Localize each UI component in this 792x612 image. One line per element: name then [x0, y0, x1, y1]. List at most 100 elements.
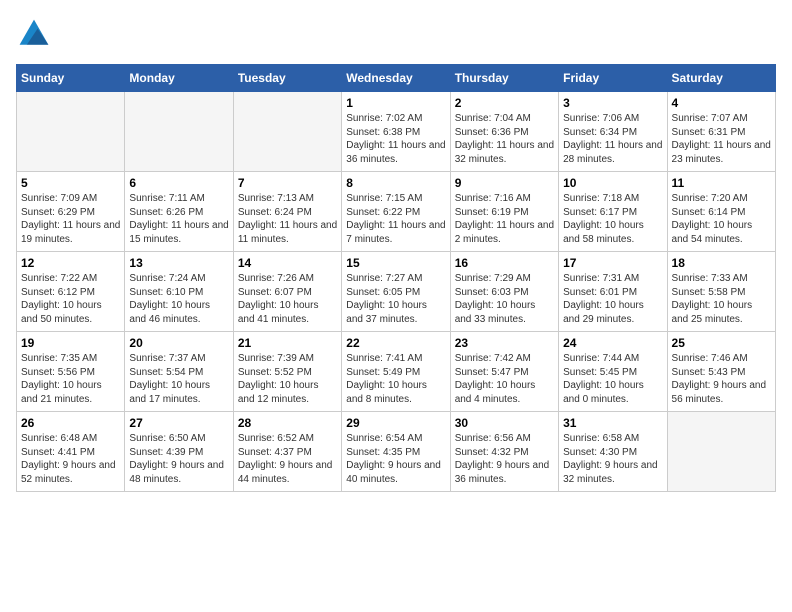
day-number: 13: [129, 256, 228, 270]
calendar-cell: 24Sunrise: 7:44 AMSunset: 5:45 PMDayligh…: [559, 332, 667, 412]
calendar-cell: 31Sunrise: 6:58 AMSunset: 4:30 PMDayligh…: [559, 412, 667, 492]
day-number: 8: [346, 176, 445, 190]
day-info: Sunrise: 6:54 AMSunset: 4:35 PMDaylight:…: [346, 432, 445, 486]
day-number: 22: [346, 336, 445, 350]
logo: [16, 16, 58, 52]
week-row-5: 26Sunrise: 6:48 AMSunset: 4:41 PMDayligh…: [17, 412, 776, 492]
calendar-cell: 13 Sunrise: 7:24 AMSunset: 6:10 PMDayligh…: [125, 252, 233, 332]
day-number: 7: [238, 176, 337, 190]
calendar-cell: 26Sunrise: 6:48 AMSunset: 4:41 PMDayligh…: [17, 412, 125, 492]
day-info: Sunrise: 7:27 AMSunset: 6:05 PMDaylight:…: [346, 272, 445, 326]
day-info: Sunrise: 7:04 AMSunset: 6:36 PMDaylight:…: [455, 112, 554, 166]
day-info: Sunrise: 7:26 AMSunset: 6:07 PMDaylight:…: [238, 272, 337, 326]
day-number: 1: [346, 96, 445, 110]
day-info: Sunrise: 6:52 AMSunset: 4:37 PMDaylight:…: [238, 432, 337, 486]
calendar-cell: 15Sunrise: 7:27 AMSunset: 6:05 PMDayligh…: [342, 252, 450, 332]
header: [16, 16, 776, 52]
calendar-cell: 11 Sunrise: 7:20 AMSunset: 6:14 PMDayligh…: [667, 172, 775, 252]
day-number: 30: [455, 416, 554, 430]
weekday-header-thursday: Thursday: [450, 65, 558, 92]
calendar-cell: 27 Sunrise: 6:50 AMSunset: 4:39 PMDayligh…: [125, 412, 233, 492]
day-number: 4: [672, 96, 771, 110]
day-info: Sunrise: 7:13 AMSunset: 6:24 PMDaylight:…: [238, 192, 337, 246]
day-number: 25: [672, 336, 771, 350]
day-number: 6: [129, 176, 228, 190]
calendar-cell: 9 Sunrise: 7:16 AMSunset: 6:19 PMDaylight…: [450, 172, 558, 252]
weekday-header-friday: Friday: [559, 65, 667, 92]
weekday-header-saturday: Saturday: [667, 65, 775, 92]
day-info: Sunrise: 7:07 AMSunset: 6:31 PMDaylight:…: [672, 112, 771, 166]
calendar-cell: 18Sunrise: 7:33 AMSunset: 5:58 PMDayligh…: [667, 252, 775, 332]
calendar-cell: 28Sunrise: 6:52 AMSunset: 4:37 PMDayligh…: [233, 412, 341, 492]
week-row-2: 5 Sunrise: 7:09 AMSunset: 6:29 PMDaylight…: [17, 172, 776, 252]
weekday-header-tuesday: Tuesday: [233, 65, 341, 92]
day-number: 17: [563, 256, 662, 270]
weekday-header-wednesday: Wednesday: [342, 65, 450, 92]
day-number: 18: [672, 256, 771, 270]
calendar-cell: [17, 92, 125, 172]
calendar-cell: 30 Sunrise: 6:56 AMSunset: 4:32 PMDayligh…: [450, 412, 558, 492]
calendar-cell: 7 Sunrise: 7:13 AMSunset: 6:24 PMDaylight…: [233, 172, 341, 252]
day-number: 20: [129, 336, 228, 350]
calendar-cell: [667, 412, 775, 492]
calendar-cell: 4 Sunrise: 7:07 AMSunset: 6:31 PMDaylight…: [667, 92, 775, 172]
day-info: Sunrise: 7:15 AMSunset: 6:22 PMDaylight:…: [346, 192, 445, 246]
day-info: Sunrise: 7:22 AMSunset: 6:12 PMDaylight:…: [21, 272, 120, 326]
day-info: Sunrise: 7:35 AMSunset: 5:56 PMDaylight:…: [21, 352, 120, 406]
day-number: 10: [563, 176, 662, 190]
day-number: 5: [21, 176, 120, 190]
day-info: Sunrise: 7:16 AMSunset: 6:19 PMDaylight:…: [455, 192, 554, 246]
day-number: 19: [21, 336, 120, 350]
day-info: Sunrise: 7:41 AMSunset: 5:49 PMDaylight:…: [346, 352, 445, 406]
calendar-cell: 22 Sunrise: 7:41 AMSunset: 5:49 PMDayligh…: [342, 332, 450, 412]
day-info: Sunrise: 7:31 AMSunset: 6:01 PMDaylight:…: [563, 272, 662, 326]
day-info: Sunrise: 7:29 AMSunset: 6:03 PMDaylight:…: [455, 272, 554, 326]
day-info: Sunrise: 6:56 AMSunset: 4:32 PMDaylight:…: [455, 432, 554, 486]
day-info: Sunrise: 7:18 AMSunset: 6:17 PMDaylight:…: [563, 192, 662, 246]
calendar-cell: 12 Sunrise: 7:22 AMSunset: 6:12 PMDayligh…: [17, 252, 125, 332]
calendar: SundayMondayTuesdayWednesdayThursdayFrid…: [16, 64, 776, 492]
day-info: Sunrise: 7:44 AMSunset: 5:45 PMDaylight:…: [563, 352, 662, 406]
calendar-cell: 19 Sunrise: 7:35 AMSunset: 5:56 PMDayligh…: [17, 332, 125, 412]
day-number: 9: [455, 176, 554, 190]
calendar-cell: 20 Sunrise: 7:37 AMSunset: 5:54 PMDayligh…: [125, 332, 233, 412]
day-info: Sunrise: 7:42 AMSunset: 5:47 PMDaylight:…: [455, 352, 554, 406]
calendar-cell: 25 Sunrise: 7:46 AMSunset: 5:43 PMDayligh…: [667, 332, 775, 412]
calendar-cell: 2 Sunrise: 7:04 AMSunset: 6:36 PMDaylight…: [450, 92, 558, 172]
calendar-cell: [233, 92, 341, 172]
calendar-cell: 17 Sunrise: 7:31 AMSunset: 6:01 PMDayligh…: [559, 252, 667, 332]
day-number: 2: [455, 96, 554, 110]
day-info: Sunrise: 7:09 AMSunset: 6:29 PMDaylight:…: [21, 192, 120, 246]
weekday-header-row: SundayMondayTuesdayWednesdayThursdayFrid…: [17, 65, 776, 92]
week-row-3: 12 Sunrise: 7:22 AMSunset: 6:12 PMDayligh…: [17, 252, 776, 332]
calendar-cell: 6 Sunrise: 7:11 AMSunset: 6:26 PMDaylight…: [125, 172, 233, 252]
day-info: Sunrise: 7:11 AMSunset: 6:26 PMDaylight:…: [129, 192, 228, 246]
calendar-cell: 3 Sunrise: 7:06 AMSunset: 6:34 PMDaylight…: [559, 92, 667, 172]
day-info: Sunrise: 7:24 AMSunset: 6:10 PMDaylight:…: [129, 272, 228, 326]
day-number: 27: [129, 416, 228, 430]
day-info: Sunrise: 7:37 AMSunset: 5:54 PMDaylight:…: [129, 352, 228, 406]
day-info: Sunrise: 6:58 AMSunset: 4:30 PMDaylight:…: [563, 432, 662, 486]
day-number: 11: [672, 176, 771, 190]
calendar-cell: 10 Sunrise: 7:18 AMSunset: 6:17 PMDayligh…: [559, 172, 667, 252]
calendar-cell: 5 Sunrise: 7:09 AMSunset: 6:29 PMDaylight…: [17, 172, 125, 252]
day-number: 23: [455, 336, 554, 350]
calendar-cell: 1Sunrise: 7:02 AMSunset: 6:38 PMDaylight…: [342, 92, 450, 172]
calendar-cell: 21Sunrise: 7:39 AMSunset: 5:52 PMDayligh…: [233, 332, 341, 412]
day-number: 12: [21, 256, 120, 270]
week-row-1: 1Sunrise: 7:02 AMSunset: 6:38 PMDaylight…: [17, 92, 776, 172]
day-info: Sunrise: 6:50 AMSunset: 4:39 PMDaylight:…: [129, 432, 228, 486]
calendar-cell: 8 Sunrise: 7:15 AMSunset: 6:22 PMDaylight…: [342, 172, 450, 252]
day-info: Sunrise: 7:46 AMSunset: 5:43 PMDaylight:…: [672, 352, 771, 406]
day-info: Sunrise: 7:06 AMSunset: 6:34 PMDaylight:…: [563, 112, 662, 166]
week-row-4: 19 Sunrise: 7:35 AMSunset: 5:56 PMDayligh…: [17, 332, 776, 412]
day-number: 29: [346, 416, 445, 430]
day-info: Sunrise: 7:20 AMSunset: 6:14 PMDaylight:…: [672, 192, 771, 246]
weekday-header-sunday: Sunday: [17, 65, 125, 92]
calendar-cell: 16Sunrise: 7:29 AMSunset: 6:03 PMDayligh…: [450, 252, 558, 332]
weekday-header-monday: Monday: [125, 65, 233, 92]
day-number: 14: [238, 256, 337, 270]
day-number: 3: [563, 96, 662, 110]
day-info: Sunrise: 6:48 AMSunset: 4:41 PMDaylight:…: [21, 432, 120, 486]
calendar-cell: 14 Sunrise: 7:26 AMSunset: 6:07 PMDayligh…: [233, 252, 341, 332]
